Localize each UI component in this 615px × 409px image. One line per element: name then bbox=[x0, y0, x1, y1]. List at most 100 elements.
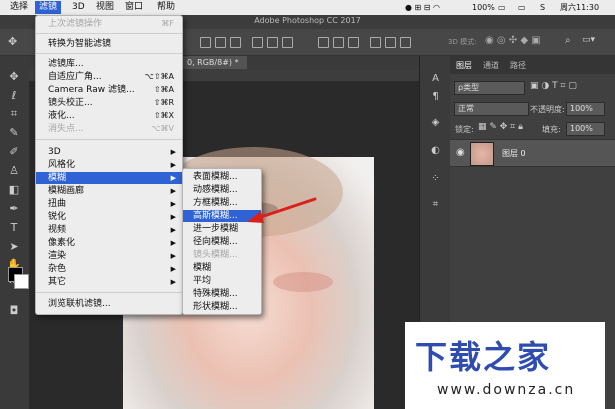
menu-item-convert-smart-filters[interactable]: 转换为智能滤镜 bbox=[36, 38, 182, 50]
menu-item-browse-online-filters[interactable]: 浏览联机滤镜... bbox=[36, 298, 182, 310]
app-icon[interactable]: S bbox=[540, 1, 545, 14]
eyedropper-tool-icon[interactable]: ✎ bbox=[7, 126, 21, 140]
lock-icons[interactable]: ▦ ✎ ✥ ⌗ 🔒︎ bbox=[478, 122, 523, 132]
menu-item-blur-gallery[interactable]: 模糊画廊 ▶ bbox=[36, 185, 182, 197]
watermark-url: www.downza.cn bbox=[437, 382, 576, 398]
menu-item-radial-blur[interactable]: 径向模糊... bbox=[183, 236, 261, 248]
layers-panel-icon[interactable]: ◈ bbox=[429, 116, 442, 129]
align-icon[interactable] bbox=[267, 37, 278, 48]
crop-panel-icon[interactable]: ⌗ bbox=[429, 198, 442, 211]
menu-item-surface-blur[interactable]: 表面模糊... bbox=[183, 171, 261, 183]
distribute-icon[interactable] bbox=[385, 37, 396, 48]
tab-layers[interactable]: 图层 bbox=[456, 60, 472, 71]
adjustments-panel-icon[interactable]: ◐ bbox=[429, 144, 442, 157]
status-icons: ● ⊞ ⊟ ◠ bbox=[405, 3, 440, 12]
menu-item-shape-blur[interactable]: 形状模糊... bbox=[183, 301, 261, 313]
3d-tools-icons[interactable]: ◉ ◎ ✣ ◆ ▣ bbox=[485, 35, 541, 46]
brush-tool-icon[interactable]: ✐ bbox=[7, 145, 21, 159]
layer-name[interactable]: 图层 0 bbox=[502, 148, 526, 159]
layer-row[interactable]: ◉ 图层 0 bbox=[450, 139, 615, 167]
layers-panel-tabs: 图层 通道 路径 bbox=[450, 56, 615, 74]
menu-item-sharpen[interactable]: 锐化 ▶ bbox=[36, 211, 182, 223]
pen-tool-icon[interactable]: ✒ bbox=[7, 202, 21, 216]
lasso-tool-icon[interactable]: ℓ bbox=[7, 89, 21, 103]
opacity-label: 不透明度: bbox=[530, 105, 565, 114]
battery-percent: 100% bbox=[472, 3, 495, 12]
menu-item-smart-blur[interactable]: 特殊模糊... bbox=[183, 288, 261, 300]
quick-mask-icon[interactable]: ◘ bbox=[7, 304, 21, 318]
menu-select[interactable]: 选择 bbox=[6, 1, 32, 14]
battery-icon: ▭ bbox=[498, 3, 506, 12]
menu-item-lens-blur: 镜头模糊... bbox=[193, 250, 238, 260]
paragraph-panel-icon[interactable]: ¶ bbox=[429, 90, 442, 103]
align-icon[interactable] bbox=[252, 37, 263, 48]
search-icon[interactable]: ⌕ bbox=[565, 35, 571, 46]
fill-field[interactable]: 100% bbox=[566, 122, 605, 136]
blur-submenu: 表面模糊... 动感模糊... 方框模糊... 高斯模糊... 进一步模糊 径向… bbox=[182, 168, 262, 315]
menu-item-adaptive-wide-angle[interactable]: 自适应广角... ⌥⇧⌘A bbox=[36, 71, 182, 83]
watermark: 下载之家 www.downza.cn bbox=[405, 322, 605, 409]
distribute-icon[interactable] bbox=[400, 37, 411, 48]
menu-item-distort[interactable]: 扭曲 ▶ bbox=[36, 198, 182, 210]
character-panel-icon[interactable]: A bbox=[429, 72, 442, 85]
menu-item-other[interactable]: 其它 ▶ bbox=[36, 276, 182, 288]
menu-item-render[interactable]: 渲染 ▶ bbox=[36, 250, 182, 262]
menu-view[interactable]: 视图 bbox=[92, 1, 118, 14]
layer-thumbnail bbox=[470, 142, 494, 166]
move-tool-icon[interactable]: ✥ bbox=[8, 35, 17, 48]
document-tab[interactable]: 0, RGB/8#) * bbox=[179, 56, 247, 69]
menu-item-average[interactable]: 平均 bbox=[183, 275, 261, 287]
menu-item-3d[interactable]: 3D ▶ bbox=[36, 146, 182, 158]
distribute-icon[interactable] bbox=[333, 37, 344, 48]
distribute-icon[interactable] bbox=[348, 37, 359, 48]
menu-item-video[interactable]: 视频 ▶ bbox=[36, 224, 182, 236]
menu-item-liquify[interactable]: 液化... ⇧⌘X bbox=[36, 110, 182, 122]
menu-item-last-filter: 上次滤镜操作 ⌘F bbox=[48, 19, 174, 29]
filter-icons[interactable]: ▣ ◑ T ⌗ ▢ bbox=[530, 81, 577, 91]
menu-item-blur[interactable]: 模糊 ▶ bbox=[36, 172, 182, 184]
menu-item-pixelate[interactable]: 像素化 ▶ bbox=[36, 237, 182, 249]
menu-item-motion-blur[interactable]: 动感模糊... bbox=[183, 184, 261, 196]
selection-tool-icon[interactable]: ➤ bbox=[7, 240, 21, 254]
menu-item-blur[interactable]: 模糊 bbox=[183, 262, 261, 274]
eraser-tool-icon[interactable]: ◧ bbox=[7, 183, 21, 197]
watermark-title: 下载之家 bbox=[415, 338, 552, 376]
menu-item-filter-gallery[interactable]: 滤镜库... bbox=[36, 58, 182, 70]
move-tool-icon[interactable]: ✥ bbox=[7, 70, 21, 84]
lips-shape bbox=[273, 272, 333, 292]
menu-filter[interactable]: 滤镜 bbox=[35, 1, 62, 14]
toolbox: ✥ ℓ ⌗ ✎ ✐ ♙ ◧ ✒ T ➤ ✋ ··· ◘ bbox=[0, 56, 30, 409]
menu-item-vanishing-point: 消失点... ⌥⌘V bbox=[48, 124, 174, 134]
distribute-icon[interactable] bbox=[370, 37, 381, 48]
airplay-icon[interactable]: ▭ bbox=[518, 1, 526, 14]
tab-paths[interactable]: 路径 bbox=[510, 60, 526, 71]
menu-help[interactable]: 帮助 bbox=[153, 1, 179, 14]
swatches-panel-icon[interactable]: ⁘ bbox=[429, 172, 442, 185]
menu-item-camera-raw[interactable]: Camera Raw 滤镜... ⇧⌘A bbox=[36, 84, 182, 96]
align-icon[interactable] bbox=[200, 37, 211, 48]
type-tool-icon[interactable]: T bbox=[7, 221, 21, 235]
visibility-eye-icon[interactable]: ◉ bbox=[456, 147, 465, 158]
workspace-icon[interactable]: ▭▾ bbox=[582, 35, 595, 45]
align-icon[interactable] bbox=[230, 37, 241, 48]
opacity-field[interactable]: 100% bbox=[566, 102, 605, 116]
blend-mode-select[interactable]: 正常 bbox=[454, 102, 529, 116]
macos-menu-bar: 选择 滤镜 3D 视图 窗口 帮助 ● ⊞ ⊟ ◠ 100% ▭ ▭ S 周六1… bbox=[0, 0, 615, 15]
background-color[interactable] bbox=[14, 274, 29, 289]
distribute-icon[interactable] bbox=[318, 37, 329, 48]
stamp-tool-icon[interactable]: ♙ bbox=[7, 164, 21, 178]
align-icon[interactable] bbox=[282, 37, 293, 48]
fill-label: 填充: bbox=[542, 125, 561, 134]
align-icon[interactable] bbox=[215, 37, 226, 48]
menu-item-stylize[interactable]: 风格化 ▶ bbox=[36, 159, 182, 171]
filter-menu: 上次滤镜操作 ⌘F 转换为智能滤镜 滤镜库... 自适应广角... ⌥⇧⌘A Cam… bbox=[35, 15, 183, 315]
menu-item-lens-correction[interactable]: 镜头校正... ⇧⌘R bbox=[36, 97, 182, 109]
menu-item-noise[interactable]: 杂色 ▶ bbox=[36, 263, 182, 275]
kind-filter-select[interactable]: ρ类型 bbox=[454, 81, 525, 95]
crop-tool-icon[interactable]: ⌗ bbox=[7, 107, 21, 121]
menu-3d[interactable]: 3D bbox=[68, 1, 89, 14]
lock-label: 锁定: bbox=[455, 125, 474, 134]
menu-window[interactable]: 窗口 bbox=[121, 1, 147, 14]
annotation-arrow bbox=[247, 197, 317, 223]
tab-channels[interactable]: 通道 bbox=[483, 60, 499, 71]
